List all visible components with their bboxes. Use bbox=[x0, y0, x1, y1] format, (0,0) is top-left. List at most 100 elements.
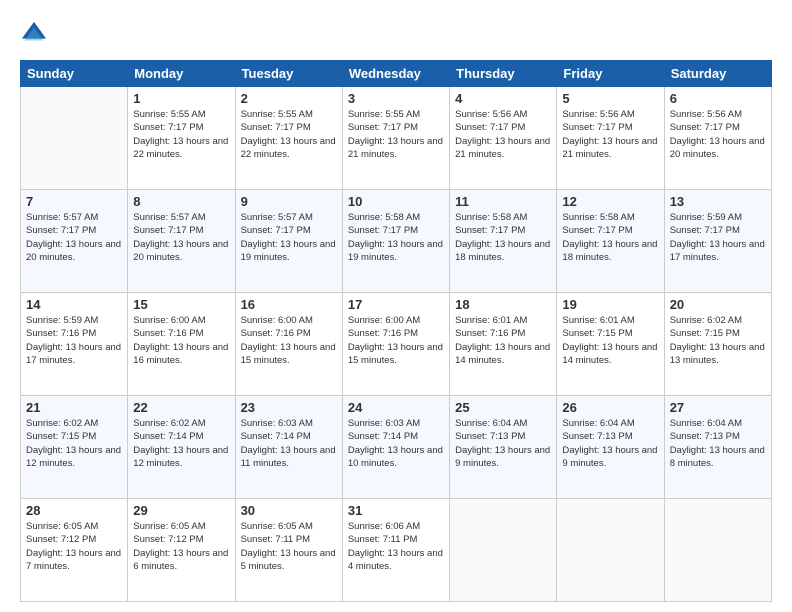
col-header-saturday: Saturday bbox=[664, 61, 771, 87]
day-number: 13 bbox=[670, 194, 766, 209]
day-number: 16 bbox=[241, 297, 337, 312]
day-cell bbox=[664, 499, 771, 602]
col-header-wednesday: Wednesday bbox=[342, 61, 449, 87]
day-number: 8 bbox=[133, 194, 229, 209]
day-info: Sunrise: 5:56 AMSunset: 7:17 PMDaylight:… bbox=[455, 108, 551, 161]
day-info: Sunrise: 6:00 AMSunset: 7:16 PMDaylight:… bbox=[241, 314, 337, 367]
day-cell: 28 Sunrise: 6:05 AMSunset: 7:12 PMDayligh… bbox=[21, 499, 128, 602]
day-cell: 17 Sunrise: 6:00 AMSunset: 7:16 PMDayligh… bbox=[342, 293, 449, 396]
day-cell: 25Sunrise: 6:04 AMSunset: 7:13 PMDayligh… bbox=[450, 396, 557, 499]
day-number: 11 bbox=[455, 194, 551, 209]
day-info: Sunrise: 5:56 AMSunset: 7:17 PMDaylight:… bbox=[562, 108, 658, 161]
day-number: 26 bbox=[562, 400, 658, 415]
day-info: Sunrise: 6:02 AMSunset: 7:15 PMDaylight:… bbox=[670, 314, 766, 367]
day-number: 4 bbox=[455, 91, 551, 106]
day-info: Sunrise: 5:57 AMSunset: 7:17 PMDaylight:… bbox=[26, 211, 122, 264]
day-cell: 22 Sunrise: 6:02 AMSunset: 7:14 PMDayligh… bbox=[128, 396, 235, 499]
day-number: 28 bbox=[26, 503, 122, 518]
week-row-5: 28 Sunrise: 6:05 AMSunset: 7:12 PMDayligh… bbox=[21, 499, 772, 602]
day-info: Sunrise: 6:05 AMSunset: 7:12 PMDaylight:… bbox=[133, 520, 229, 573]
logo-icon bbox=[20, 20, 48, 48]
day-cell: 27 Sunrise: 6:04 AMSunset: 7:13 PMDayligh… bbox=[664, 396, 771, 499]
col-header-friday: Friday bbox=[557, 61, 664, 87]
day-number: 19 bbox=[562, 297, 658, 312]
day-cell: 7 Sunrise: 5:57 AMSunset: 7:17 PMDaylight… bbox=[21, 190, 128, 293]
day-number: 5 bbox=[562, 91, 658, 106]
day-number: 18 bbox=[455, 297, 551, 312]
day-cell: 9 Sunrise: 5:57 AMSunset: 7:17 PMDaylight… bbox=[235, 190, 342, 293]
day-number: 17 bbox=[348, 297, 444, 312]
day-number: 14 bbox=[26, 297, 122, 312]
day-info: Sunrise: 6:06 AMSunset: 7:11 PMDaylight:… bbox=[348, 520, 444, 573]
day-cell: 3Sunrise: 5:55 AMSunset: 7:17 PMDaylight… bbox=[342, 87, 449, 190]
day-number: 22 bbox=[133, 400, 229, 415]
day-number: 30 bbox=[241, 503, 337, 518]
day-info: Sunrise: 5:57 AMSunset: 7:17 PMDaylight:… bbox=[133, 211, 229, 264]
day-number: 27 bbox=[670, 400, 766, 415]
week-row-3: 14 Sunrise: 5:59 AMSunset: 7:16 PMDayligh… bbox=[21, 293, 772, 396]
day-cell: 24 Sunrise: 6:03 AMSunset: 7:14 PMDayligh… bbox=[342, 396, 449, 499]
day-info: Sunrise: 5:57 AMSunset: 7:17 PMDaylight:… bbox=[241, 211, 337, 264]
day-info: Sunrise: 6:00 AMSunset: 7:16 PMDaylight:… bbox=[133, 314, 229, 367]
col-header-sunday: Sunday bbox=[21, 61, 128, 87]
day-info: Sunrise: 5:58 AMSunset: 7:17 PMDaylight:… bbox=[348, 211, 444, 264]
page: SundayMondayTuesdayWednesdayThursdayFrid… bbox=[0, 0, 792, 612]
day-info: Sunrise: 6:04 AMSunset: 7:13 PMDaylight:… bbox=[455, 417, 551, 470]
week-row-2: 7 Sunrise: 5:57 AMSunset: 7:17 PMDaylight… bbox=[21, 190, 772, 293]
day-number: 15 bbox=[133, 297, 229, 312]
day-cell: 5 Sunrise: 5:56 AMSunset: 7:17 PMDaylight… bbox=[557, 87, 664, 190]
day-cell: 31 Sunrise: 6:06 AMSunset: 7:11 PMDayligh… bbox=[342, 499, 449, 602]
day-info: Sunrise: 6:04 AMSunset: 7:13 PMDaylight:… bbox=[562, 417, 658, 470]
calendar: SundayMondayTuesdayWednesdayThursdayFrid… bbox=[20, 60, 772, 602]
header bbox=[20, 20, 772, 48]
day-number: 23 bbox=[241, 400, 337, 415]
col-header-tuesday: Tuesday bbox=[235, 61, 342, 87]
day-cell: 14 Sunrise: 5:59 AMSunset: 7:16 PMDayligh… bbox=[21, 293, 128, 396]
day-info: Sunrise: 5:56 AMSunset: 7:17 PMDaylight:… bbox=[670, 108, 766, 161]
day-info: Sunrise: 6:03 AMSunset: 7:14 PMDaylight:… bbox=[241, 417, 337, 470]
day-cell: 2 Sunrise: 5:55 AMSunset: 7:17 PMDaylight… bbox=[235, 87, 342, 190]
day-cell: 20 Sunrise: 6:02 AMSunset: 7:15 PMDayligh… bbox=[664, 293, 771, 396]
logo bbox=[20, 20, 52, 48]
day-info: Sunrise: 5:55 AMSunset: 7:17 PMDaylight:… bbox=[133, 108, 229, 161]
day-number: 7 bbox=[26, 194, 122, 209]
day-number: 29 bbox=[133, 503, 229, 518]
day-info: Sunrise: 5:58 AMSunset: 7:17 PMDaylight:… bbox=[455, 211, 551, 264]
day-info: Sunrise: 5:55 AMSunset: 7:17 PMDaylight:… bbox=[241, 108, 337, 161]
day-cell: 8 Sunrise: 5:57 AMSunset: 7:17 PMDaylight… bbox=[128, 190, 235, 293]
day-cell: 16 Sunrise: 6:00 AMSunset: 7:16 PMDayligh… bbox=[235, 293, 342, 396]
day-cell: 13 Sunrise: 5:59 AMSunset: 7:17 PMDayligh… bbox=[664, 190, 771, 293]
day-number: 2 bbox=[241, 91, 337, 106]
day-info: Sunrise: 6:02 AMSunset: 7:14 PMDaylight:… bbox=[133, 417, 229, 470]
day-number: 20 bbox=[670, 297, 766, 312]
col-header-thursday: Thursday bbox=[450, 61, 557, 87]
day-number: 24 bbox=[348, 400, 444, 415]
day-cell: 29 Sunrise: 6:05 AMSunset: 7:12 PMDayligh… bbox=[128, 499, 235, 602]
day-cell: 30 Sunrise: 6:05 AMSunset: 7:11 PMDayligh… bbox=[235, 499, 342, 602]
day-cell: 6 Sunrise: 5:56 AMSunset: 7:17 PMDaylight… bbox=[664, 87, 771, 190]
day-cell: 11 Sunrise: 5:58 AMSunset: 7:17 PMDayligh… bbox=[450, 190, 557, 293]
day-info: Sunrise: 6:05 AMSunset: 7:12 PMDaylight:… bbox=[26, 520, 122, 573]
day-info: Sunrise: 5:59 AMSunset: 7:17 PMDaylight:… bbox=[670, 211, 766, 264]
day-number: 9 bbox=[241, 194, 337, 209]
day-number: 21 bbox=[26, 400, 122, 415]
day-info: Sunrise: 6:05 AMSunset: 7:11 PMDaylight:… bbox=[241, 520, 337, 573]
col-header-monday: Monday bbox=[128, 61, 235, 87]
day-cell: 1Sunrise: 5:55 AMSunset: 7:17 PMDaylight… bbox=[128, 87, 235, 190]
week-row-4: 21 Sunrise: 6:02 AMSunset: 7:15 PMDayligh… bbox=[21, 396, 772, 499]
day-number: 6 bbox=[670, 91, 766, 106]
day-cell: 12Sunrise: 5:58 AMSunset: 7:17 PMDayligh… bbox=[557, 190, 664, 293]
day-info: Sunrise: 5:59 AMSunset: 7:16 PMDaylight:… bbox=[26, 314, 122, 367]
day-cell: 15 Sunrise: 6:00 AMSunset: 7:16 PMDayligh… bbox=[128, 293, 235, 396]
day-number: 31 bbox=[348, 503, 444, 518]
day-info: Sunrise: 6:03 AMSunset: 7:14 PMDaylight:… bbox=[348, 417, 444, 470]
day-info: Sunrise: 6:00 AMSunset: 7:16 PMDaylight:… bbox=[348, 314, 444, 367]
day-cell bbox=[557, 499, 664, 602]
header-row: SundayMondayTuesdayWednesdayThursdayFrid… bbox=[21, 61, 772, 87]
day-number: 3 bbox=[348, 91, 444, 106]
day-info: Sunrise: 6:02 AMSunset: 7:15 PMDaylight:… bbox=[26, 417, 122, 470]
day-info: Sunrise: 6:04 AMSunset: 7:13 PMDaylight:… bbox=[670, 417, 766, 470]
day-cell: 26 Sunrise: 6:04 AMSunset: 7:13 PMDayligh… bbox=[557, 396, 664, 499]
day-cell: 10Sunrise: 5:58 AMSunset: 7:17 PMDayligh… bbox=[342, 190, 449, 293]
day-cell: 21 Sunrise: 6:02 AMSunset: 7:15 PMDayligh… bbox=[21, 396, 128, 499]
